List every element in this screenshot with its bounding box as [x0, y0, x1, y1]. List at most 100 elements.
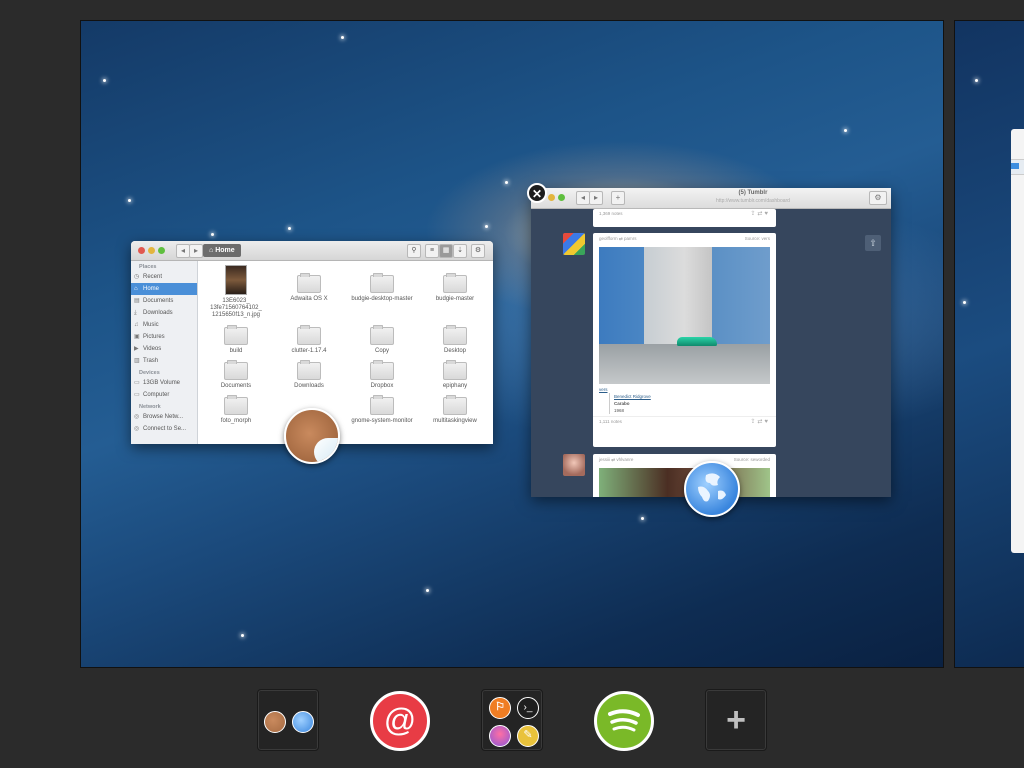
list-view-icon[interactable]: ≡ [425, 244, 439, 258]
file-label: build [229, 348, 243, 354]
breadcrumb-home[interactable]: ⌂ Home [203, 244, 241, 257]
file-label: 13E6023_ 13fe71560764102_ 1215650f13_n.j… [210, 298, 262, 318]
folder-item[interactable]: gnome-system-monitor [346, 395, 418, 425]
caption-quote-title: Carabo [614, 401, 630, 406]
sidebar-item-label: Downloads [143, 310, 173, 316]
folder-icon [443, 325, 467, 345]
caption-link[interactable]: vers [599, 387, 608, 392]
folder-item[interactable]: multitaskingview [419, 395, 491, 425]
post-card: 1,369 notes ⇪⇄♥ [593, 209, 776, 227]
post-actions-icon[interactable]: ⇪⇄♥ [750, 210, 770, 217]
maximize-dot-icon[interactable] [158, 247, 165, 254]
star [975, 79, 978, 82]
pencil-icon: ✎ [517, 725, 539, 747]
caption-quote-link[interactable]: Benedict Ridgrove [614, 394, 651, 399]
sidebar-item-label: Connect to Se... [143, 426, 187, 432]
maximize-dot-icon[interactable] [558, 194, 565, 201]
folder-item[interactable]: Adwaita OS X [273, 273, 345, 303]
gear-icon[interactable]: ⚙ [869, 191, 887, 205]
folder-item[interactable]: epiphany [419, 360, 491, 390]
breadcrumb-label: Home [215, 247, 235, 254]
sidebar-item-pictures[interactable]: ▣ Pictures [131, 331, 197, 343]
browser-titlebar[interactable]: ◂ ▸ + (5) Tumblr http://www.tumblr.com/d… [531, 188, 891, 209]
post-source[interactable]: Source: seworded [734, 457, 770, 462]
grid-view-icon[interactable]: ▦ [439, 244, 453, 258]
dock-workspace-group[interactable] [257, 689, 319, 751]
star [641, 517, 644, 520]
folder-item[interactable]: clutter-1.17.4 [273, 325, 345, 355]
forward-arrow-icon[interactable]: ▸ [189, 244, 203, 258]
next-workspace-window[interactable] [1011, 129, 1024, 553]
image-thumbnail [225, 265, 247, 295]
sidebar-item-downloads[interactable]: ⤓ Downloads [131, 307, 197, 319]
file-label: multitaskingview [433, 418, 477, 424]
post-source[interactable]: Source: vers [745, 236, 770, 241]
browser-window[interactable]: ◂ ▸ + (5) Tumblr http://www.tumblr.com/d… [531, 188, 891, 497]
add-workspace-button[interactable]: + [705, 689, 767, 751]
file-label: Copy [374, 348, 389, 354]
mail-app-icon[interactable]: @ [370, 691, 430, 751]
sidebar-item-browse-network[interactable]: ◎ Browse Netw... [131, 411, 197, 423]
sidebar-item-home[interactable]: ⌂ Home [131, 283, 197, 295]
folder-icon [370, 395, 394, 415]
search-icon[interactable]: ⚲ [407, 244, 421, 258]
sidebar-item-volume[interactable]: ▭ 13GB Volume [131, 377, 197, 389]
post-reblog-from[interactable]: pamrs [624, 236, 637, 241]
files-titlebar[interactable]: ◂ ▸ ⌂ Home ⚲ ≡ ▦ ⇣ ⚙ [131, 241, 493, 261]
minimize-dot-icon[interactable] [148, 247, 155, 254]
folder-item[interactable]: build [200, 325, 272, 355]
caption-quote-year: 1968 [614, 408, 625, 413]
post-photo[interactable] [599, 247, 770, 384]
sidebar-item-label: Home [143, 286, 160, 292]
post-actions-icon[interactable]: ⇪⇄♥ [750, 418, 770, 425]
sidebar-item-computer[interactable]: ▭ Computer [131, 389, 197, 401]
sidebar-item-music[interactable]: ♫ Music [131, 319, 197, 331]
sort-icon[interactable]: ⇣ [453, 244, 467, 258]
browser-url[interactable]: http://www.tumblr.com/dashboard [615, 198, 891, 204]
scroll-top-icon[interactable]: ⇧ [865, 235, 881, 251]
sidebar-item-label: Computer [143, 392, 170, 398]
sidebar-item-trash[interactable]: ▥ Trash [131, 355, 197, 367]
post-author[interactable]: jessiii [599, 457, 610, 462]
avatar[interactable] [563, 233, 585, 255]
photo-car [677, 337, 717, 346]
photo-floor [599, 344, 770, 384]
back-arrow-icon[interactable]: ◂ [576, 191, 590, 205]
folder-item[interactable]: Desktop [419, 325, 491, 355]
dock-app-group[interactable]: ⚐ ›_ ✎ [481, 689, 543, 751]
back-arrow-icon[interactable]: ◂ [176, 244, 190, 258]
sidebar-item-connect-server[interactable]: ◎ Connect to Se... [131, 423, 197, 435]
close-window-button[interactable]: ✕ [527, 183, 547, 203]
sidebar-item-recent[interactable]: ◷ Recent [131, 271, 197, 283]
folder-item[interactable]: Dropbox [346, 360, 418, 390]
post-author[interactable]: geolfform [599, 236, 618, 241]
folder-item[interactable]: Copy [346, 325, 418, 355]
post-notes: 1,111 notes ⇪⇄♥ [593, 416, 776, 429]
folder-item[interactable]: foto_morph [200, 395, 272, 425]
star [426, 589, 429, 592]
forward-arrow-icon[interactable]: ▸ [589, 191, 603, 205]
video-icon: ▶ [134, 346, 139, 352]
network-icon: ◎ [134, 414, 140, 420]
sidebar-item-documents[interactable]: ▤ Documents [131, 295, 197, 307]
minimize-dot-icon[interactable] [548, 194, 555, 201]
star [963, 301, 966, 304]
spotify-app-icon[interactable] [594, 691, 654, 751]
file-item[interactable]: 13E6023_ 13fe71560764102_ 1215650f13_n.j… [200, 264, 272, 319]
workspace-next[interactable] [954, 20, 1024, 668]
folder-item[interactable]: Documents [200, 360, 272, 390]
avatar[interactable] [563, 454, 585, 476]
folder-icon [370, 325, 394, 345]
file-label: foto_morph [220, 418, 252, 424]
folder-item[interactable]: budgie-master [419, 273, 491, 303]
sidebar-item-videos[interactable]: ▶ Videos [131, 343, 197, 355]
sticker-peel-icon [314, 438, 338, 462]
folder-item[interactable]: budgie-desktop-master [346, 273, 418, 303]
files-grid: 13E6023_ 13fe71560764102_ 1215650f13_n.j… [198, 261, 493, 444]
gear-icon[interactable]: ⚙ [471, 244, 485, 258]
post-reblog-from[interactable]: vhlvanre [616, 457, 633, 462]
close-dot-icon[interactable] [138, 247, 145, 254]
folder-item[interactable]: Downloads [273, 360, 345, 390]
terminal-icon: ›_ [517, 697, 539, 719]
folder-icon [297, 360, 321, 380]
